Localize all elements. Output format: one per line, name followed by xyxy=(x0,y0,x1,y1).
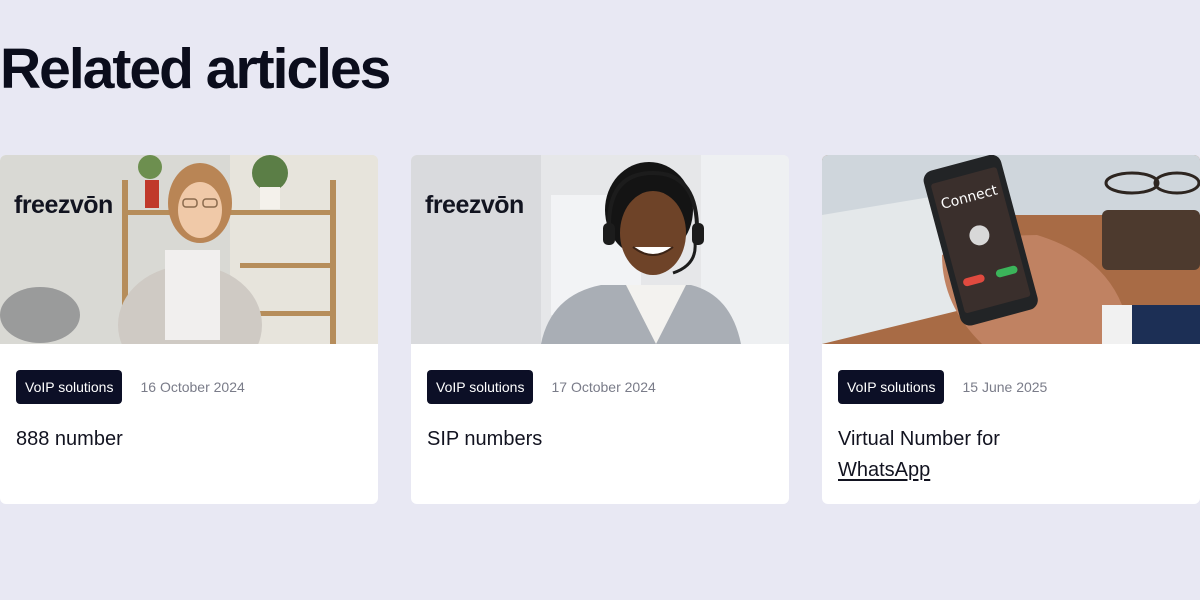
brand-logo: freezvōn xyxy=(14,191,113,219)
brand-logo: freezvōn xyxy=(425,191,524,219)
category-tag[interactable]: VoIP solutions xyxy=(838,370,945,404)
category-tag[interactable]: VoIP solutions xyxy=(427,370,534,404)
article-thumbnail-phone-connecting: Connect xyxy=(822,155,1200,344)
publish-date: 16 October 2024 xyxy=(140,379,245,395)
article-thumbnail-woman-at-desk: freezvōn xyxy=(0,155,378,344)
related-articles-section: Related articles freezvōn VoIP solutions… xyxy=(0,0,1200,600)
publish-date: 15 June 2025 xyxy=(962,379,1048,395)
phone-connecting-call-image: Connect xyxy=(822,155,1200,344)
article-cards: freezvōn VoIP solutions 16 October 2024 … xyxy=(0,155,1200,505)
article-title-text[interactable]: 888 number xyxy=(16,428,123,450)
category-tag[interactable]: VoIP solutions xyxy=(16,370,123,404)
article-title[interactable]: SIP numbers xyxy=(427,424,767,455)
article-title[interactable]: Virtual Number for WhatsApp xyxy=(838,424,1178,486)
article-title-text[interactable]: SIP numbers xyxy=(427,428,542,450)
article-card[interactable]: freezvōn VoIP solutions 17 October 2024 … xyxy=(411,155,789,504)
article-title-line-1[interactable]: Virtual Number for xyxy=(838,428,1000,450)
article-title[interactable]: 888 number xyxy=(16,424,356,455)
article-card[interactable]: Connect VoIP solutions 15 June 2025 Virt… xyxy=(822,155,1200,504)
article-title-link[interactable]: WhatsApp xyxy=(838,459,930,481)
article-meta: VoIP solutions 16 October 2024 xyxy=(16,370,245,404)
publish-date: 17 October 2024 xyxy=(551,379,656,395)
call-center-agent-image xyxy=(411,155,789,344)
article-thumbnail-call-center-agent: freezvōn xyxy=(411,155,789,344)
article-meta: VoIP solutions 15 June 2025 xyxy=(838,370,1047,404)
article-meta: VoIP solutions 17 October 2024 xyxy=(427,370,656,404)
woman-at-desk-image xyxy=(0,155,378,344)
section-title: Related articles xyxy=(0,37,391,101)
article-card[interactable]: freezvōn VoIP solutions 16 October 2024 … xyxy=(0,155,378,504)
